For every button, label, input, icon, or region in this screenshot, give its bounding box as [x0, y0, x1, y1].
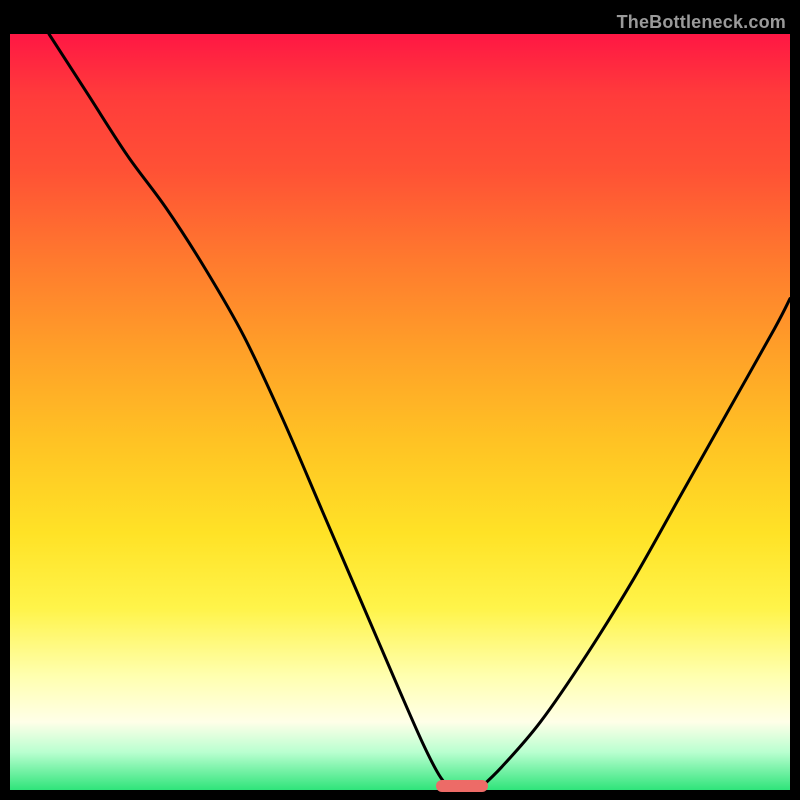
- watermark-text: TheBottleneck.com: [617, 12, 786, 33]
- curve-right-branch: [478, 299, 790, 790]
- plot-area: [10, 34, 790, 790]
- bottleneck-curve: [10, 34, 790, 790]
- minimum-marker: [436, 780, 488, 792]
- curve-left-branch: [49, 34, 451, 790]
- chart-frame: TheBottleneck.com: [10, 10, 790, 790]
